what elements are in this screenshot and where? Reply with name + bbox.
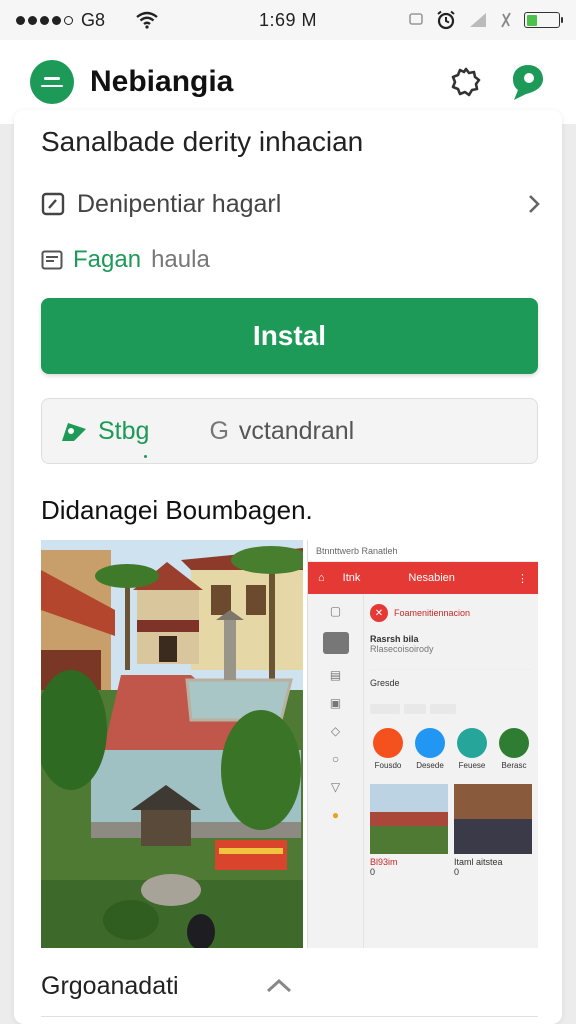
phone-app-4-label: Berasc (501, 761, 527, 770)
details-row[interactable]: Grgoanadati (41, 966, 521, 1006)
battery-icon (524, 12, 563, 28)
phone-app-3: Feuese (454, 728, 490, 770)
rail-icon-5: ○ (331, 752, 340, 766)
user-sub: Rlasecoisoirody (370, 644, 434, 654)
screenshot-phone-ui[interactable]: Btnnttwerb Ranatleh ⌂ Itnk Nesabien ⋮ ▢ … (307, 540, 538, 948)
phone-status-text: Btnnttwerb Ranatleh (316, 545, 398, 556)
tag-icon (62, 423, 86, 441)
rail-icon-6: ▽ (330, 780, 341, 794)
chevron-right-icon (529, 195, 540, 213)
rail-icon-7: ● (331, 808, 340, 822)
user-name: Rasrsh bila (370, 634, 419, 644)
settings-badge-icon[interactable] (450, 66, 482, 98)
courtyard-image (41, 540, 303, 948)
notice-icon: ✕ (370, 604, 388, 622)
alarm-icon (437, 10, 455, 30)
install-button[interactable]: Instal (41, 298, 538, 374)
phone-app-1: Fousdo (370, 728, 406, 770)
signal-strength-icon (16, 15, 73, 25)
phone-card-1-count: 0 (370, 867, 376, 877)
developer-label: Denipentiar hagarl (77, 189, 282, 218)
battery-level (526, 14, 538, 26)
category-label: Fagan (73, 246, 142, 273)
phone-card-2-title: Itaml aitstea (454, 857, 503, 867)
phone-app-4: Berasc (496, 728, 532, 770)
phone-card-2-count: 0 (454, 867, 460, 877)
list-box-icon (41, 250, 63, 270)
phone-status: Btnnttwerb Ranatleh (308, 540, 538, 562)
notification-icon (409, 13, 423, 25)
phone-card-1: Bl93im 0 (370, 784, 448, 877)
no-signal-icon (501, 12, 511, 28)
developer-row[interactable]: Denipentiar hagarl (41, 184, 541, 224)
phone-app-2: Desede (412, 728, 448, 770)
screenshot-courtyard[interactable] (41, 540, 303, 948)
rail-icon-1: ▢ (329, 604, 342, 618)
status-bar: G8 1:69 M (0, 0, 576, 40)
listing-heading: Sanalbade derity inhacian (41, 126, 364, 157)
carrier-label: G8 (81, 9, 106, 30)
tab-inactive[interactable]: G vctandranl (209, 417, 354, 446)
tab-active-label: Stbg (98, 416, 150, 445)
rail-icon-4: ◇ (330, 724, 341, 738)
notice-text: Foamenitiennacion (394, 608, 471, 618)
divider (41, 1016, 538, 1017)
phone-app-1-label: Fousdo (374, 761, 402, 770)
phone-app-3-label: Feuese (458, 761, 486, 770)
phone-card-1-title: Bl93im (370, 857, 398, 867)
cellular-icon (470, 13, 486, 27)
tab-indicator (144, 454, 147, 458)
phone-section: Gresde (370, 678, 532, 700)
phone-app-2-label: Desede (416, 761, 444, 770)
screenshots-section-title: Didanagei Boumbagen. (41, 495, 313, 525)
phone-card-row: Bl93im 0 Itaml aitstea 0 (370, 784, 532, 877)
phone-menu-icon: ⋮ (517, 572, 528, 585)
rail-icon-2: ▤ (329, 668, 342, 682)
page-title: Nebiangia (90, 65, 234, 98)
app-detail-card: Sanalbade derity inhacian Denipentiar ha… (14, 110, 562, 1024)
phone-notice: ✕ Foamenitiennacion (370, 600, 532, 626)
chevron-up-icon[interactable] (265, 978, 293, 994)
phone-card-2: Itaml aitstea 0 (454, 784, 532, 877)
wifi-icon (136, 11, 158, 29)
phone-side-rail: ▢ ▤ ▣ ◇ ○ ▽ ● (308, 594, 364, 948)
tab-active[interactable]: Stbg (60, 416, 150, 458)
tab-inactive-label: vctandranl (238, 416, 355, 445)
rail-avatar (322, 632, 349, 654)
phone-app-row: Fousdo Desede Feuese Berasc (370, 728, 532, 770)
phone-nav-title: Nesabien (408, 572, 455, 584)
category-row[interactable]: Fagan haula (41, 242, 210, 278)
tab-strip: Stbg G vctandranl (41, 398, 538, 464)
category-sub-label: haula (151, 246, 210, 273)
phone-user-card: Rasrsh bila Rlasecoisoirody (370, 634, 532, 670)
phone-section-title: Gresde (370, 678, 400, 688)
map-pin-icon[interactable] (510, 63, 546, 101)
phone-chip-row (370, 704, 532, 714)
edit-box-icon (41, 192, 65, 216)
details-label: Grgoanadati (41, 971, 179, 1000)
phone-nav-left: Itnk (342, 572, 361, 584)
tab-inactive-icon: G (209, 416, 229, 445)
rail-icon-3: ▣ (329, 696, 342, 710)
phone-home-icon: ⌂ (318, 572, 325, 584)
app-logo-icon[interactable] (30, 60, 74, 104)
phone-header: ⌂ Itnk Nesabien ⋮ (308, 562, 538, 594)
